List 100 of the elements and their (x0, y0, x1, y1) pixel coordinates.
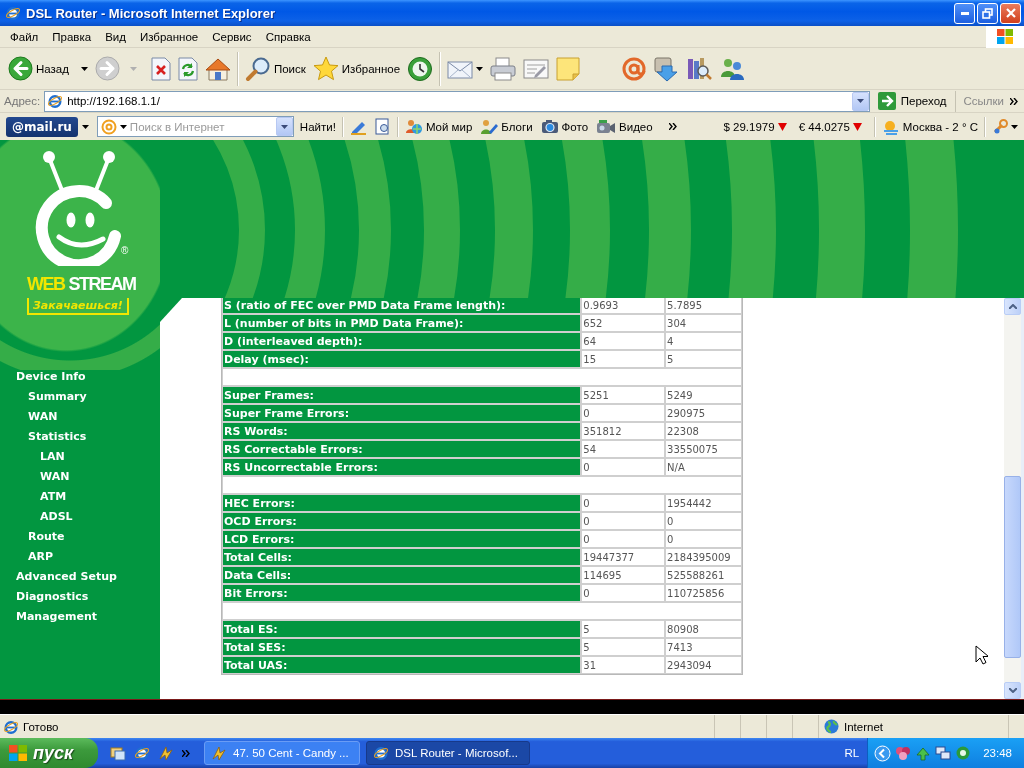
caret-icon (81, 124, 89, 129)
arrows-icon[interactable] (915, 745, 932, 761)
close-button[interactable] (1000, 2, 1021, 24)
people-globe-icon (404, 118, 423, 135)
minimize-icon (960, 11, 969, 15)
window-title: DSL Router - Microsoft Internet Explorer (26, 5, 276, 21)
toolbar-link[interactable]: Фото (538, 115, 591, 138)
table-cell: 0 (665, 530, 742, 548)
caret-icon (80, 66, 88, 71)
table-cell: 0.9693 (581, 298, 666, 314)
table-cell: 2943094 (665, 656, 742, 674)
menu-item[interactable]: Избранное (132, 28, 206, 45)
row-label: HEC Errors: (222, 494, 582, 512)
person-pen-icon (480, 118, 499, 135)
nav-link[interactable]: Device Info (16, 370, 86, 390)
scroll-up-button[interactable] (1004, 298, 1021, 315)
pencil-page-icon (523, 57, 550, 80)
row-label: Total Cells: (222, 548, 582, 566)
table-cell: 4 (665, 332, 742, 350)
row-label: Data Cells: (222, 566, 582, 584)
envelope-icon (447, 58, 474, 79)
menu-item[interactable]: Справка (258, 28, 318, 45)
table-cell: 290975 (665, 404, 742, 422)
table-cell: 15 (581, 350, 666, 368)
search-button[interactable]: Поиск (241, 50, 309, 87)
table-cell: 114695 (581, 566, 666, 584)
network-icon[interactable] (935, 745, 952, 761)
menu-item[interactable]: Файл (3, 28, 46, 45)
start-button[interactable]: пуск (0, 738, 98, 768)
dots-cluster-icon[interactable] (895, 745, 912, 761)
row-label: Bit Errors: (222, 584, 582, 602)
table-cell: 351812 (581, 422, 666, 440)
back-button[interactable]: Назад (5, 50, 91, 87)
table-cell: 0 (581, 584, 666, 602)
minimize-button[interactable] (954, 2, 975, 24)
table-cell: 0 (581, 458, 666, 476)
nav-link[interactable]: WAN (28, 410, 58, 430)
browser-icon (373, 745, 389, 761)
right-arrow-icon (877, 92, 896, 110)
url-input[interactable]: http://192.168.1.1/ (67, 93, 848, 109)
people-icon (719, 56, 746, 81)
table-cell: 5 (581, 638, 666, 656)
row-label: RS Correctable Errors: (222, 440, 582, 458)
browser-icon[interactable] (134, 745, 150, 761)
nav-link[interactable]: LAN (40, 450, 65, 470)
row-label: RS Words: (222, 422, 582, 440)
nav-link[interactable]: ATM (40, 490, 67, 510)
lightning-icon[interactable] (158, 745, 174, 761)
go-button[interactable]: Переход (873, 90, 955, 112)
search-field[interactable]: Поиск в Интернет (96, 116, 294, 137)
nav-link[interactable]: Diagnostics (16, 590, 89, 610)
download-arrow-icon (653, 55, 680, 82)
mail-logo[interactable]: @mail.ru (6, 116, 78, 137)
ring-icon[interactable] (955, 745, 972, 761)
restore-button[interactable] (977, 2, 998, 24)
scrollbar-thumb[interactable] (1004, 476, 1021, 658)
books-magnifier-icon (686, 55, 713, 82)
find-button[interactable]: Найти! (297, 115, 338, 138)
toolbar-link[interactable]: Мой мир (402, 115, 475, 138)
scroll-down-button[interactable] (1004, 682, 1021, 699)
address-field[interactable]: http://192.168.1.1/ (44, 90, 870, 112)
sun-cloud-icon (881, 118, 900, 135)
table-cell: 2184395009 (665, 548, 742, 566)
caret-icon (119, 124, 127, 129)
dropdown-button[interactable] (275, 117, 293, 136)
table-cell: 5251 (581, 386, 666, 404)
favorites-button[interactable]: Избранное (309, 50, 404, 87)
search-input[interactable]: Поиск в Интернет (129, 119, 273, 134)
dropdown-button[interactable] (851, 91, 869, 111)
weather-button[interactable]: Москва - 2 ° C (879, 115, 980, 138)
taskbar-button[interactable]: DSL Router - Microsof... (366, 741, 530, 765)
address-label: Адрес: (4, 95, 41, 107)
row-label: LCD Errors: (222, 530, 582, 548)
nav-link[interactable]: ARP (28, 550, 54, 570)
language-indicator[interactable]: RL (844, 747, 860, 759)
menu-item[interactable]: Правка (45, 28, 99, 45)
exchange-rate[interactable]: € 44.0275 (798, 120, 850, 133)
at-sign-icon (622, 56, 647, 81)
nav-link[interactable]: WAN (40, 470, 70, 490)
menu-item[interactable]: Вид (98, 28, 133, 45)
nav-link[interactable]: Statistics (28, 430, 87, 450)
nav-link[interactable]: Summary (28, 390, 87, 410)
table-cell: 0 (581, 512, 666, 530)
exchange-rate[interactable]: $ 29.1979 (723, 120, 775, 133)
wrench-icon (992, 118, 1008, 135)
video-camera-icon (596, 119, 617, 134)
star-icon (312, 55, 339, 82)
toolbar-link[interactable]: Блоги (478, 115, 535, 138)
taskbar-button[interactable]: 47. 50 Cent - Candy ... (204, 741, 360, 765)
window-stack-icon[interactable] (110, 745, 126, 761)
table-cell: 0 (581, 404, 666, 422)
nav-link[interactable]: ADSL (40, 510, 73, 530)
nav-link[interactable]: Management (16, 610, 97, 630)
nav-link[interactable]: Route (28, 530, 65, 550)
table-cell: 0 (581, 530, 666, 548)
nav-link[interactable]: Advanced Setup (16, 570, 117, 590)
globe-icon (824, 719, 839, 734)
close-icon (1005, 8, 1016, 18)
menu-item[interactable]: Сервис (205, 28, 259, 45)
toolbar-link[interactable]: Видео (594, 115, 655, 138)
